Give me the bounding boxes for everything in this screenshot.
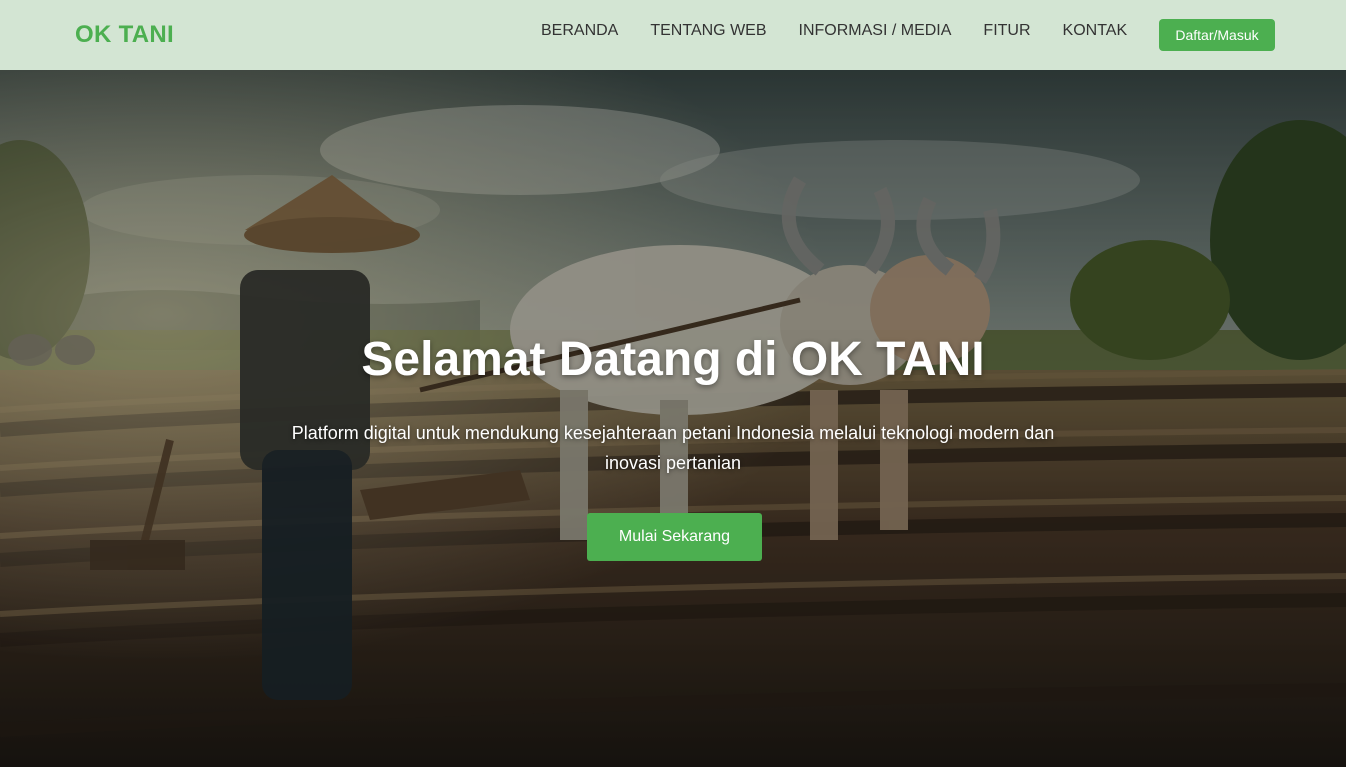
nav-link-beranda[interactable]: BERANDA [541,21,618,41]
register-login-button[interactable]: Daftar/Masuk [1159,19,1275,51]
nav-link-kontak[interactable]: KONTAK [1063,21,1128,41]
hero-subtitle: Platform digital untuk mendukung kesejah… [291,423,1055,473]
hero-title: Selamat Datang di OK TANI [361,333,985,386]
nav-link-fitur[interactable]: FITUR [983,21,1030,41]
brand-logo[interactable]: OK TANI [75,21,174,49]
nav-link-informasi-media[interactable]: INFORMASI / MEDIA [799,21,952,41]
nav-link-tentang-web[interactable]: TENTANG WEB [650,21,766,41]
get-started-button[interactable]: Mulai Sekarang [587,513,762,561]
hero-section: Selamat Datang di OK TANI Platform digit… [0,70,1346,767]
nav-links: BERANDA TENTANG WEB INFORMASI / MEDIA FI… [541,21,1127,41]
navbar: OK TANI BERANDA TENTANG WEB INFORMASI / … [0,0,1346,70]
